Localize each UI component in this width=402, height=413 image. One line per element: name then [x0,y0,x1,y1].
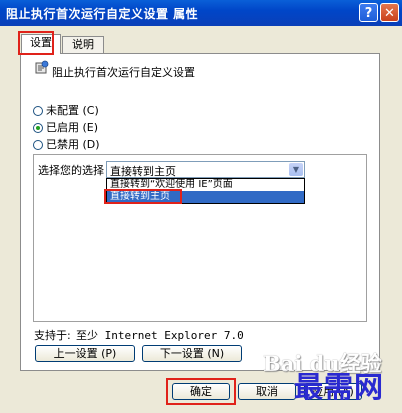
choice-select[interactable]: 直接转到主页 ▼ [106,161,305,178]
radio-not-configured-circle[interactable] [33,106,43,116]
radio-disabled[interactable]: 已禁用 (D) [33,138,100,152]
radio-disabled-label: 已禁用 (D) [46,138,100,151]
chevron-down-icon[interactable]: ▼ [289,163,303,176]
radio-enabled-circle[interactable] [33,123,43,133]
choice-dropdown-list: 直接转到“欢迎使用 IE”页面 直接转到主页 [106,178,305,204]
close-button[interactable]: ✕ [380,3,399,22]
radio-not-configured[interactable]: 未配置 (C) [33,104,99,118]
cancel-button[interactable]: 取消 [238,383,296,400]
tab-settings[interactable]: 设置 [21,34,61,54]
previous-setting-button[interactable]: 上一设置 (P) [35,345,135,362]
radio-enabled[interactable]: 已启用 (E) [33,121,98,135]
radio-disabled-circle[interactable] [33,140,43,150]
next-setting-button[interactable]: 下一设置 (N) [142,345,242,362]
site-watermark: 最需网 [294,370,385,404]
radio-not-configured-label: 未配置 (C) [46,104,99,117]
window-title: 阻止执行首次运行自定义设置 属性 [6,7,199,21]
help-button[interactable]: ? [359,3,378,22]
properties-dialog: 阻止执行首次运行自定义设置 属性 ? ✕ 设置 说明 阻止执行首次运行自定义设置… [0,0,402,413]
ok-button[interactable]: 确定 [172,383,230,400]
dropdown-option-homepage[interactable]: 直接转到主页 [107,191,304,203]
choice-select-value: 直接转到主页 [110,165,176,178]
title-bar: 阻止执行首次运行自定义设置 属性 ? ✕ [0,0,402,26]
tab-explain[interactable]: 说明 [62,36,104,54]
options-label: 选择您的选择 [38,164,104,177]
supported-value: 至少 Internet Explorer 7.0 [76,329,244,342]
policy-setting-icon [35,60,49,74]
supported-label: 支持于: [34,329,71,342]
radio-enabled-label: 已启用 (E) [46,121,99,134]
policy-name: 阻止执行首次运行自定义设置 [52,66,195,79]
dropdown-option-welcome[interactable]: 直接转到“欢迎使用 IE”页面 [107,179,304,191]
